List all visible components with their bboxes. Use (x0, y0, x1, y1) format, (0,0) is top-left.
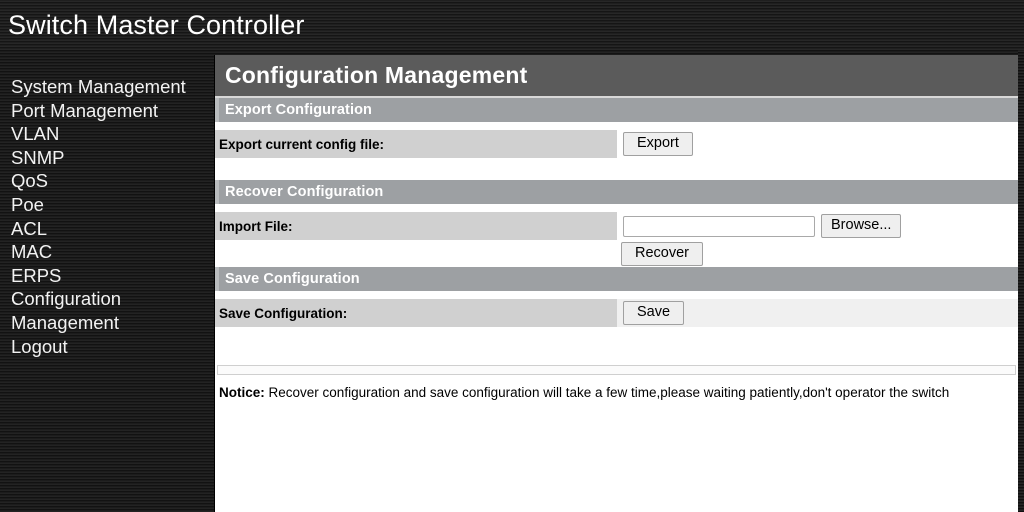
content-panel: Configuration Management Export Configur… (214, 55, 1018, 512)
app-title: Switch Master Controller (8, 10, 305, 40)
sidebar-item-configuration-management[interactable]: Configuration Management (0, 287, 190, 334)
export-button[interactable]: Export (623, 132, 693, 156)
section-header-export-configuration: Export Configuration (215, 98, 1018, 122)
import-file-input[interactable] (623, 215, 815, 237)
row-save-config: Save Configuration: Save (215, 299, 1018, 327)
sidebar-item-poe[interactable]: Poe (0, 193, 190, 217)
notice-block: Notice: Recover configuration and save c… (215, 375, 1018, 402)
row-export-config: Export current config file: Export (215, 130, 1018, 158)
sidebar-nav: System Management Port Management VLAN S… (0, 50, 212, 512)
section-title-export: Export Configuration (225, 102, 372, 118)
row-recover-action: Recover (215, 240, 1018, 267)
sidebar-item-mac[interactable]: MAC (0, 240, 190, 264)
app-header: Switch Master Controller (0, 0, 1024, 50)
section-title-save: Save Configuration (225, 271, 360, 287)
controls-export: Export (617, 132, 693, 156)
label-export-current-config-file: Export current config file: (215, 130, 617, 158)
save-button[interactable]: Save (623, 301, 685, 325)
sidebar-item-system-management[interactable]: System Management (0, 75, 190, 99)
sidebar-item-snmp[interactable]: SNMP (0, 146, 190, 170)
section-header-save-configuration: Save Configuration (215, 267, 1018, 291)
right-edge-border (1018, 50, 1024, 512)
browse-button[interactable]: Browse... (821, 214, 902, 238)
section-header-recover-configuration: Recover Configuration (215, 180, 1018, 204)
sidebar-item-qos[interactable]: QoS (0, 169, 190, 193)
divider-bar (217, 365, 1016, 375)
controls-import-file: Browse... (617, 214, 902, 238)
sidebar-item-erps[interactable]: ERPS (0, 264, 190, 288)
sidebar-item-vlan[interactable]: VLAN (0, 122, 190, 146)
page-title: Configuration Management (225, 62, 528, 88)
page-title-bar: Configuration Management (215, 55, 1018, 98)
label-save-configuration: Save Configuration: (215, 299, 617, 327)
row-import-file: Import File: Browse... (215, 212, 1018, 240)
sidebar-item-acl[interactable]: ACL (0, 217, 190, 241)
section-title-recover: Recover Configuration (225, 184, 384, 200)
sidebar-item-port-management[interactable]: Port Management (0, 99, 190, 123)
notice-label: Notice: (219, 385, 265, 400)
recover-button[interactable]: Recover (621, 241, 703, 266)
label-import-file: Import File: (215, 212, 617, 240)
notice-text: Recover configuration and save configura… (268, 385, 950, 400)
controls-save: Save (617, 301, 685, 325)
sidebar-item-logout[interactable]: Logout (0, 335, 190, 359)
